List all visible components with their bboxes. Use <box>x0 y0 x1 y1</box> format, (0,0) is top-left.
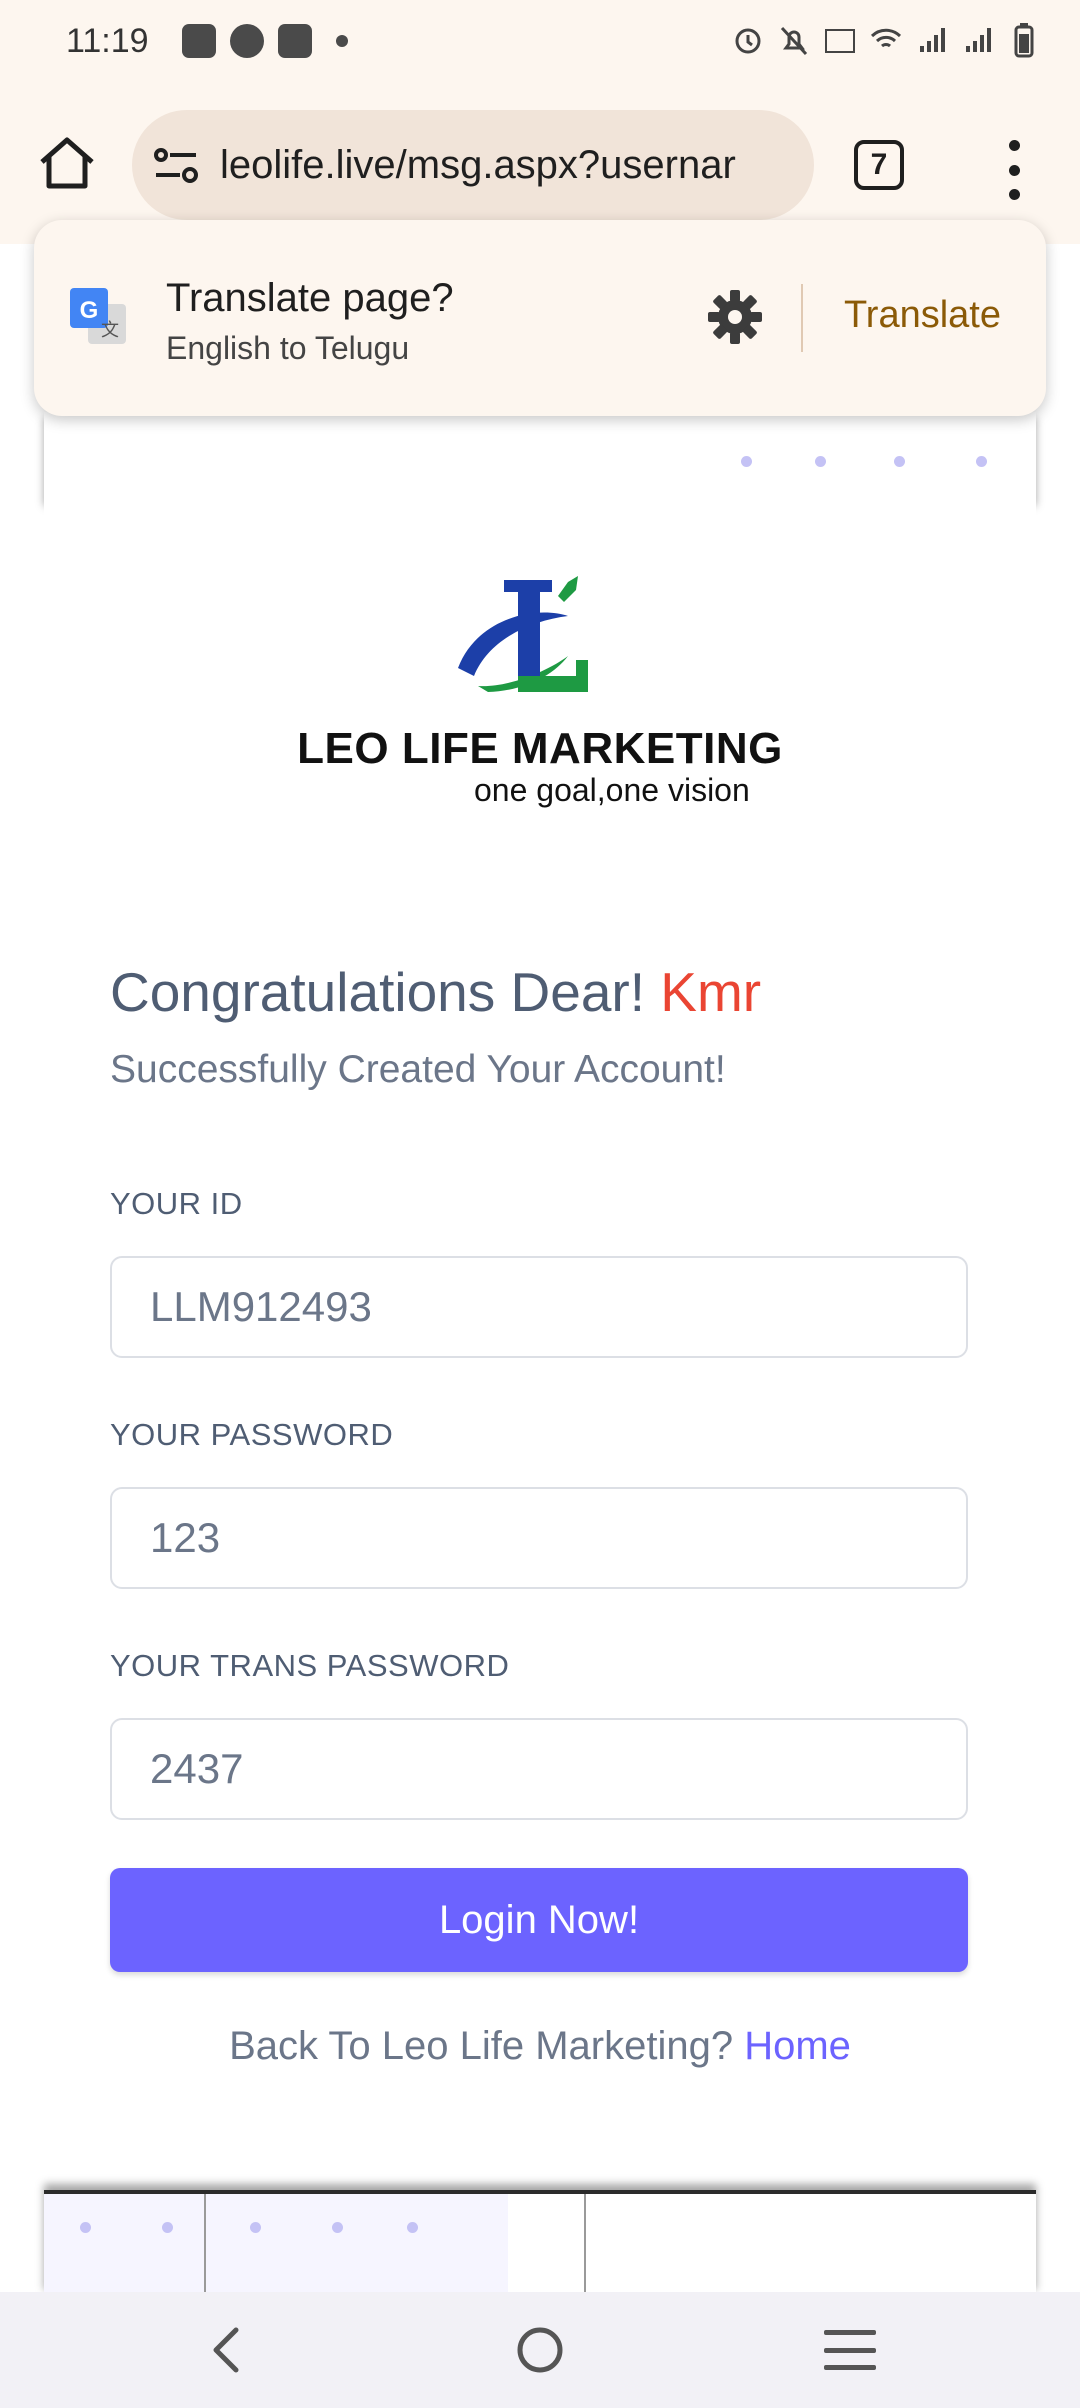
translate-languages: English to Telugu <box>166 330 410 366</box>
back-icon[interactable] <box>204 2326 252 2374</box>
company-tagline: one goal,one vision <box>474 772 750 808</box>
svg-text:G: G <box>80 297 99 324</box>
decorative-dot <box>741 456 752 467</box>
mute-icon <box>780 26 808 56</box>
decorative-dot <box>250 2222 261 2233</box>
login-button[interactable]: Login Now! <box>110 1868 968 1972</box>
congrats-text: Congratulations Dear! <box>110 961 646 1023</box>
password-label: YOUR PASSWORD <box>110 1417 394 1452</box>
decorative-dot <box>894 456 905 467</box>
home-icon[interactable] <box>36 132 98 194</box>
company-name: LEO LIFE MARKETING <box>297 724 783 773</box>
back-text: Back To Leo Life Marketing? <box>229 2024 734 2068</box>
trans-password-label: YOUR TRANS PASSWORD <box>110 1648 510 1683</box>
signal-icon <box>920 28 945 52</box>
back-to-home: Back To Leo Life Marketing? Home <box>44 2024 1036 2069</box>
google-translate-icon: G 文 <box>70 288 126 344</box>
decorative-dot <box>815 456 826 467</box>
page-footer-strip <box>44 2190 1036 2296</box>
decorative-dot <box>80 2222 91 2233</box>
company-logo: LEO LIFE MARKETING one goal,one vision <box>44 576 1036 816</box>
dot-icon <box>336 35 348 47</box>
page-title: Congratulations Dear! Kmr <box>110 960 761 1024</box>
volte-icon <box>825 29 855 53</box>
user-id-label: YOUR ID <box>110 1186 243 1221</box>
translate-title: Translate page? <box>166 276 454 320</box>
decorative-dot <box>407 2222 418 2233</box>
user-id-field[interactable]: LLM912493 <box>110 1256 968 1358</box>
divider <box>584 2194 586 2296</box>
spotify-icon <box>230 24 264 58</box>
success-message: Successfully Created Your Account! <box>110 1048 726 1091</box>
decorative-dot <box>332 2222 343 2233</box>
page-header-strip <box>44 412 1036 500</box>
system-navigation-bar <box>0 2292 1080 2408</box>
more-options-icon[interactable] <box>1000 140 1028 200</box>
status-bar: 11:19 <box>0 0 1080 88</box>
decorative-dot <box>976 456 987 467</box>
home-link[interactable]: Home <box>744 2024 851 2068</box>
address-bar[interactable]: leolife.live/msg.aspx?usernar <box>132 110 814 220</box>
recents-icon[interactable] <box>824 2330 876 2370</box>
alarm-icon <box>735 28 761 54</box>
decorative-dot <box>162 2222 173 2233</box>
gmail-icon <box>182 24 216 58</box>
status-time: 11:19 <box>66 22 149 60</box>
gear-icon[interactable] <box>706 288 764 346</box>
translate-popup: G 文 Translate page? English to Telugu Tr… <box>34 220 1046 416</box>
divider <box>204 2194 206 2296</box>
account-created-card: LEO LIFE MARKETING one goal,one vision C… <box>44 496 1036 2190</box>
url-text[interactable]: leolife.live/msg.aspx?usernar <box>220 138 800 192</box>
system-icons <box>732 22 1040 58</box>
signal-icon <box>966 28 991 52</box>
notification-icons <box>182 24 348 58</box>
user-name: Kmr <box>660 961 762 1023</box>
password-field[interactable]: 123 <box>110 1487 968 1589</box>
wifi-icon <box>870 28 902 48</box>
tab-switcher-button[interactable]: 7 <box>854 140 904 190</box>
footer-panel <box>44 2194 508 2296</box>
home-circle-icon[interactable] <box>514 2324 566 2376</box>
svg-text:文: 文 <box>101 320 119 341</box>
trans-password-field[interactable]: 2437 <box>110 1718 968 1820</box>
logo-mark-icon <box>458 576 588 692</box>
youtube-icon <box>278 24 312 58</box>
battery-icon <box>1014 23 1034 58</box>
site-settings-icon[interactable] <box>152 142 200 188</box>
translate-button[interactable]: Translate <box>844 294 1001 337</box>
divider <box>801 284 803 352</box>
